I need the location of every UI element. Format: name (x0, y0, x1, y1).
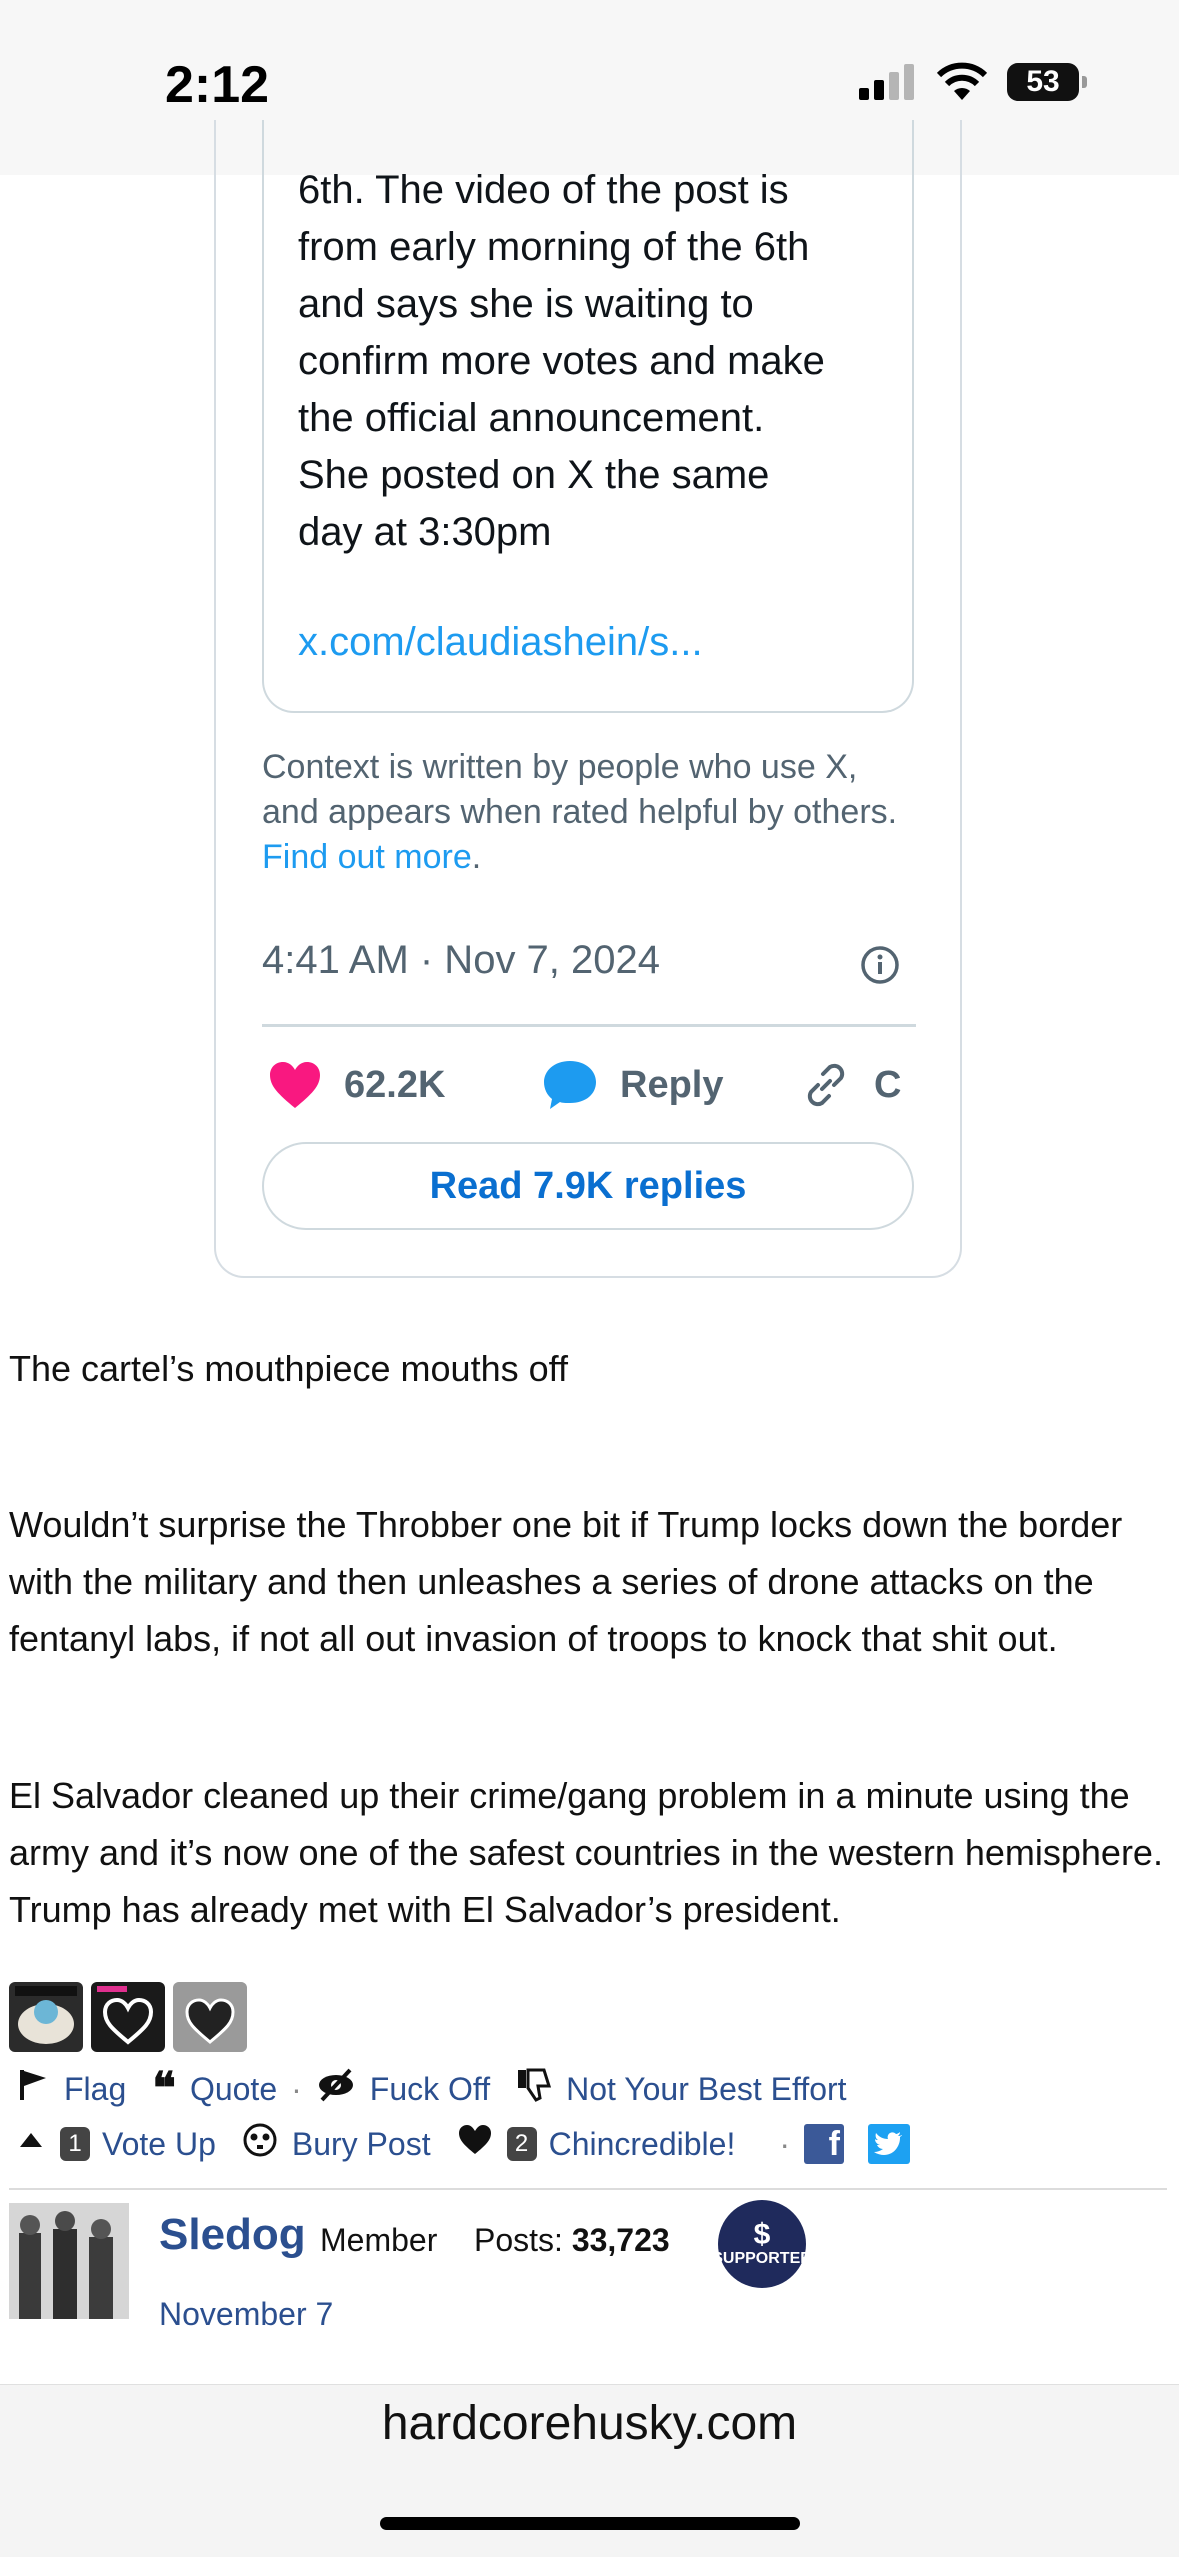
copy-label: C (874, 1063, 902, 1106)
heart-icon (457, 2124, 493, 2164)
quote-link[interactable]: Quote (190, 2071, 277, 2108)
flag-link[interactable]: Flag (64, 2071, 126, 2108)
author-name[interactable]: Sledog (159, 2210, 306, 2260)
tweet-divider (262, 1024, 916, 1027)
eye-slash-icon (316, 2068, 356, 2110)
context-text: Context is written by people who use X, … (262, 748, 898, 831)
wifi-icon (936, 62, 988, 100)
tweet-timestamp[interactable]: 4:41 AM · Nov 7, 2024 (262, 938, 660, 983)
badge-photo-heart-icon[interactable] (173, 1982, 247, 2052)
like-button[interactable]: 62.2K (268, 1055, 445, 1115)
supporter-badge: $ SUPPORTER (712, 2200, 812, 2288)
not-your-best-effort-link[interactable]: Not Your Best Effort (566, 2071, 846, 2108)
avatar[interactable] (9, 2203, 129, 2319)
post-paragraph: Wouldn’t surprise the Throbber one bit i… (9, 1504, 1123, 1659)
address-bar-domain[interactable]: hardcorehusky.com (0, 2396, 1179, 2451)
author-post-count: Posts: 33,723 (474, 2222, 670, 2258)
flag-icon (16, 2068, 50, 2110)
find-out-more-link[interactable]: Find out more (262, 838, 472, 876)
reactions-row-2: 1 Vote Up Bury Post 2 Chincredible! · f (16, 2122, 910, 2166)
twitter-share-icon[interactable] (868, 2124, 910, 2164)
home-indicator[interactable] (380, 2517, 800, 2530)
bury-post-link[interactable]: Bury Post (292, 2126, 431, 2163)
post-paragraph: The cartel’s mouthpiece mouths off (9, 1348, 568, 1389)
community-note-text: 6th. The video of the post is from early… (298, 168, 825, 554)
link-icon (807, 1063, 845, 1107)
vote-up-count: 1 (60, 2127, 90, 2161)
dollar-icon: $ (753, 2218, 771, 2251)
author-role: Member (320, 2222, 438, 2258)
chincredible-count: 2 (506, 2127, 537, 2161)
chincredible-link[interactable]: Chincredible! (549, 2126, 736, 2163)
community-note-link[interactable]: x.com/claudiashein/s... (298, 620, 703, 665)
status-time: 2:12 (165, 56, 270, 114)
badge-heart-icon[interactable] (91, 1982, 165, 2052)
speech-bubble-icon (544, 1061, 596, 1109)
cellular-signal-icon (859, 64, 914, 100)
copy-link-button[interactable]: C (800, 1055, 901, 1115)
reactions-row-1: Flag ❝ Quote · Fuck Off Not Your Best Ef… (16, 2064, 847, 2113)
like-count: 62.2K (344, 1063, 446, 1106)
context-disclaimer: Context is written by people who use X, … (262, 748, 898, 876)
status-icons: 53 (857, 62, 1087, 102)
post-date[interactable]: November 7 (159, 2296, 333, 2333)
post-paragraph: El Salvador cleaned up their crime/gang … (9, 1775, 1163, 1930)
badge-sheep-icon[interactable] (9, 1982, 83, 2052)
reply-button[interactable]: Reply (542, 1055, 723, 1115)
battery-level: 53 (1026, 65, 1060, 98)
facebook-share-icon[interactable]: f (804, 2124, 844, 2164)
tweet-actions: 62.2K Reply C (262, 1055, 922, 1115)
read-replies-button[interactable]: Read 7.9K replies (262, 1142, 914, 1230)
heart-icon (270, 1062, 320, 1108)
post-separator (9, 2188, 1167, 2190)
fuck-off-link[interactable]: Fuck Off (370, 2071, 490, 2108)
quote-icon: ❝ (152, 2064, 176, 2113)
info-icon[interactable] (860, 945, 900, 985)
thumbs-down-icon (516, 2068, 552, 2110)
caret-up-icon (16, 2125, 46, 2163)
user-badges (9, 1982, 247, 2052)
reply-label: Reply (620, 1063, 724, 1106)
vote-up-link[interactable]: Vote Up (102, 2126, 216, 2163)
skull-icon (242, 2122, 278, 2166)
battery-icon: 53 (1007, 63, 1087, 101)
